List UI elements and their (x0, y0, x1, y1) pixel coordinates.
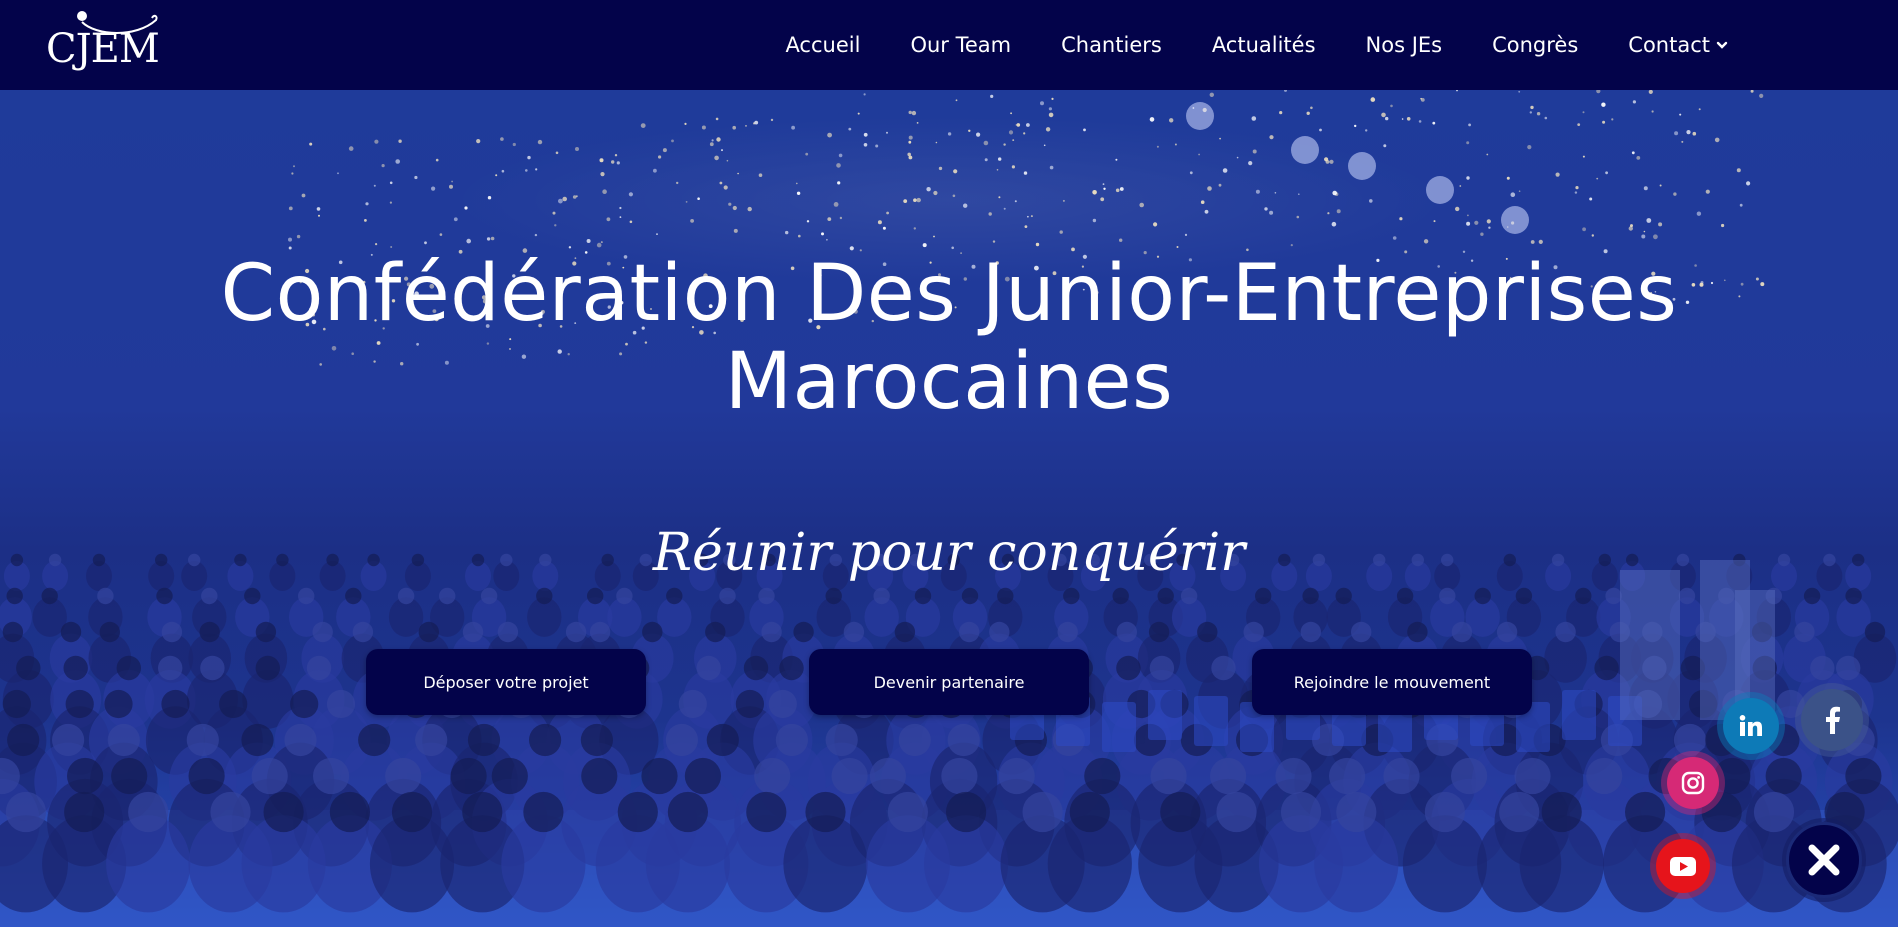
instagram-icon (1681, 771, 1705, 795)
nav-item-label: Contact (1628, 33, 1710, 57)
chevron-down-icon (1716, 41, 1728, 49)
logo-text: CJEM (46, 26, 160, 72)
nav-item-label: Chantiers (1061, 33, 1162, 57)
nav-item-chantiers[interactable]: Chantiers (1061, 33, 1162, 57)
submit-project-button[interactable]: Déposer votre projet (366, 649, 646, 715)
hero-title: Confédération Des Junior-Entreprises Mar… (0, 250, 1898, 426)
nav-item-our-team[interactable]: Our Team (910, 33, 1011, 57)
join-movement-button[interactable]: Rejoindre le mouvement (1252, 649, 1532, 715)
linkedin-link[interactable] (1723, 698, 1779, 754)
main-nav: Accueil Our Team Chantiers Actualités No… (785, 0, 1728, 90)
close-icon (1808, 844, 1840, 876)
top-navbar: CJEM Accueil Our Team Chantiers Actualit… (0, 0, 1898, 90)
nav-item-label: Congrès (1492, 33, 1579, 57)
nav-item-label: Actualités (1211, 33, 1316, 57)
nav-item-actualites[interactable]: Actualités (1212, 33, 1316, 57)
youtube-icon (1670, 856, 1696, 876)
facebook-link[interactable] (1801, 689, 1863, 751)
nav-item-contact[interactable]: Contact (1628, 33, 1728, 57)
cjem-logo[interactable]: CJEM (46, 10, 166, 72)
social-toggle-close-button[interactable] (1786, 822, 1862, 898)
nav-item-label: Our Team (910, 33, 1012, 57)
nav-item-congres[interactable]: Congrès (1492, 33, 1578, 57)
facebook-icon (1826, 706, 1840, 734)
nav-item-label: Nos JEs (1365, 33, 1443, 57)
become-partner-button[interactable]: Devenir partenaire (809, 649, 1089, 715)
hero-section: Confédération Des Junior-Entreprises Mar… (0, 90, 1898, 927)
hero-slogan: Réunir pour conquérir (652, 523, 1246, 583)
instagram-link[interactable] (1667, 757, 1719, 809)
linkedin-icon (1739, 715, 1762, 736)
nav-item-label: Accueil (785, 33, 861, 57)
nav-item-nos-jes[interactable]: Nos JEs (1366, 33, 1443, 57)
hero-audience-background (0, 553, 1898, 927)
hero-title-line2: Marocaines (724, 337, 1174, 427)
nav-item-accueil[interactable]: Accueil (785, 33, 860, 57)
youtube-link[interactable] (1656, 839, 1710, 893)
hero-title-line1: Confédération Des Junior-Entreprises (220, 249, 1678, 339)
